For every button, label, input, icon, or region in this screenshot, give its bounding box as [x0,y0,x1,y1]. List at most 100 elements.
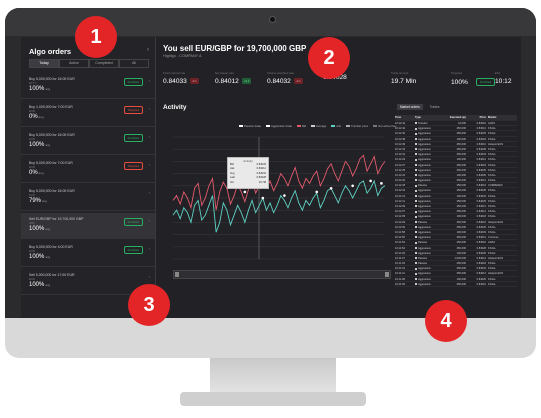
tooltip-row: Vol 19.7M [230,180,266,184]
table-cell: FXALL [488,210,496,214]
trade-type-icon [415,132,417,135]
tab-completed[interactable]: Completed [89,59,119,68]
table-cell: 10:12:20 [395,179,406,183]
table-cell: Passive [415,183,441,187]
table-cell: 100,000 [456,230,466,234]
order-list-item[interactable]: Sell EUR/GBP for 19,700,000 GBP GBP 100%av… [21,213,155,239]
table-cell: 250,000 [456,153,466,157]
table-cell: 10:11:52 [395,246,405,250]
order-list-item[interactable]: Buy 5,000,000 for 16:00 EUR EUR 100%avg Fin… [21,129,155,155]
legend-item[interactable]: Aggressive trade [265,124,292,128]
order-list-item[interactable]: Buy 5,000,000 for 16:00 EUR EUR 79%avg › [21,185,155,211]
table-cell: 10:12:25 [395,168,406,172]
page-title: You sell EUR/GBP for 19,700,000 GBP [163,44,307,53]
table-cell: 250,000 [456,163,466,167]
table-cell: Aggressive [415,282,441,286]
table-cell: Aggressive [415,163,441,167]
table-cell: 0.84016 [476,282,486,286]
trade-marker [283,194,286,197]
table-cell: 10:11:56 [395,236,405,240]
order-title: Buy 1,000,000 for 7:00 EUR [29,105,73,109]
tab-trades[interactable]: Trades [427,104,443,110]
order-currency: EUR [29,137,35,141]
table-row[interactable]: 10:11:36 Aggressive 250,000 0.84016 FXALL [395,282,517,287]
table-cell: 250,000 [456,184,466,188]
legend-item[interactable]: Bid [296,124,306,128]
tab-all[interactable]: All [119,59,149,68]
chevron-right-icon: › [148,162,150,167]
legend-item[interactable]: Ask [331,124,341,128]
table-cell: 100,000 [456,137,466,141]
chevron-right-icon: › [148,218,150,223]
trade-type-icon [415,158,417,161]
algo-orders-sidebar: Algo orders ‹ Today Active Completed All… [21,37,156,318]
table-cell: Aggressive [415,251,441,255]
table-cell: Aggressive [415,199,441,203]
trade-type-icon [415,231,417,234]
tab-today[interactable]: Today [29,59,59,68]
trade-type-icon [415,205,417,208]
column-header[interactable]: Type [415,115,441,120]
tab-active[interactable]: Active [59,59,89,68]
legend-item[interactable]: Net active flow [373,124,396,128]
table-cell: 10:12:09 [395,205,406,208]
legend-item[interactable]: Average [311,124,326,128]
metric-trade-amount: Trade amount 19.7 Mln [391,71,417,85]
range-handle-right[interactable] [385,272,389,277]
order-list-item[interactable]: Buy 5,000,000 for 16:00 EUR ETT 2 100%avg F… [21,73,155,99]
order-filter-tabs: Today Active Completed All [29,59,149,68]
table-cell: 10:12:03 [395,220,406,224]
collapse-sidebar-icon[interactable]: ‹ [147,47,149,53]
table-cell: 250,000 [456,142,466,146]
trade-type-icon [415,252,417,254]
legend-item[interactable]: Passive trade [239,124,261,128]
table-cell: FXALL [488,173,496,177]
table-cell: 10:12:36 [395,142,406,146]
activity-title: Activity [163,104,187,111]
trade-type-icon [415,246,417,249]
trade-type-icon [415,148,417,151]
column-header[interactable]: Executed qty [441,115,468,120]
table-cell: 250,000 [456,262,466,266]
table-cell: 0.84012 [476,158,486,162]
order-list-item[interactable]: Buy 5,000,000 for 4:00 EUR EUR 100%avg Fini… [21,241,155,267]
table-cell: FXALL [488,262,496,266]
activity-chart[interactable] [163,129,389,269]
order-progress: 100%avg [29,282,51,288]
column-header[interactable]: Market [488,115,515,120]
table-cell: Aggressive [415,235,441,239]
table-cell: 10:12:42 [395,127,406,131]
legend-swatch [265,125,270,127]
order-currency: EUR [29,165,35,169]
table-cell: FXALL [488,199,496,203]
order-list-item[interactable]: Buy 1,000,000 for 7:00 EUR EUR 0%avg Stoppe… [21,101,155,127]
trade-type-icon [415,194,417,197]
table-cell: Aggressive [415,142,441,146]
status-badge: Finished [123,246,143,254]
range-handle-left[interactable] [175,272,179,277]
legend-swatch [239,125,243,127]
table-cell: 0.84033 [476,267,486,271]
chevron-right-icon: › [148,190,150,195]
table-cell: 250,000 [456,147,466,151]
table-cell: FXALL [488,230,496,234]
table-cell: 0.84028 [476,189,486,193]
metric-fixed-interval-rate: Fixed interval rate 0.84033 -0.1 [163,71,199,85]
column-header[interactable]: Price [468,115,488,120]
table-cell: 0.84033 [476,194,486,198]
column-header[interactable]: Time [395,115,415,120]
chart-range-scroller[interactable] [173,270,391,279]
table-cell: 10:12:00 [395,225,406,229]
legend-swatch [346,125,351,127]
legend-item[interactable]: Transfer price [346,124,368,128]
order-currency: EUR [29,249,35,253]
table-cell: 0.84033 [476,230,486,234]
tab-market-orders[interactable]: Market orders [397,104,423,110]
table-cell: 0.84012 [476,236,486,240]
trade-type-icon [415,257,417,260]
app-screen: Algo orders ‹ Today Active Completed All… [21,37,521,318]
table-cell: FXALL [488,179,496,183]
table-cell: 250,000 [456,210,466,214]
table-cell: 250,000 [456,272,466,276]
order-list-item[interactable]: Buy 5,000,000 for 7:00 EUR EUR 0%avg Stoppe… [21,157,155,183]
